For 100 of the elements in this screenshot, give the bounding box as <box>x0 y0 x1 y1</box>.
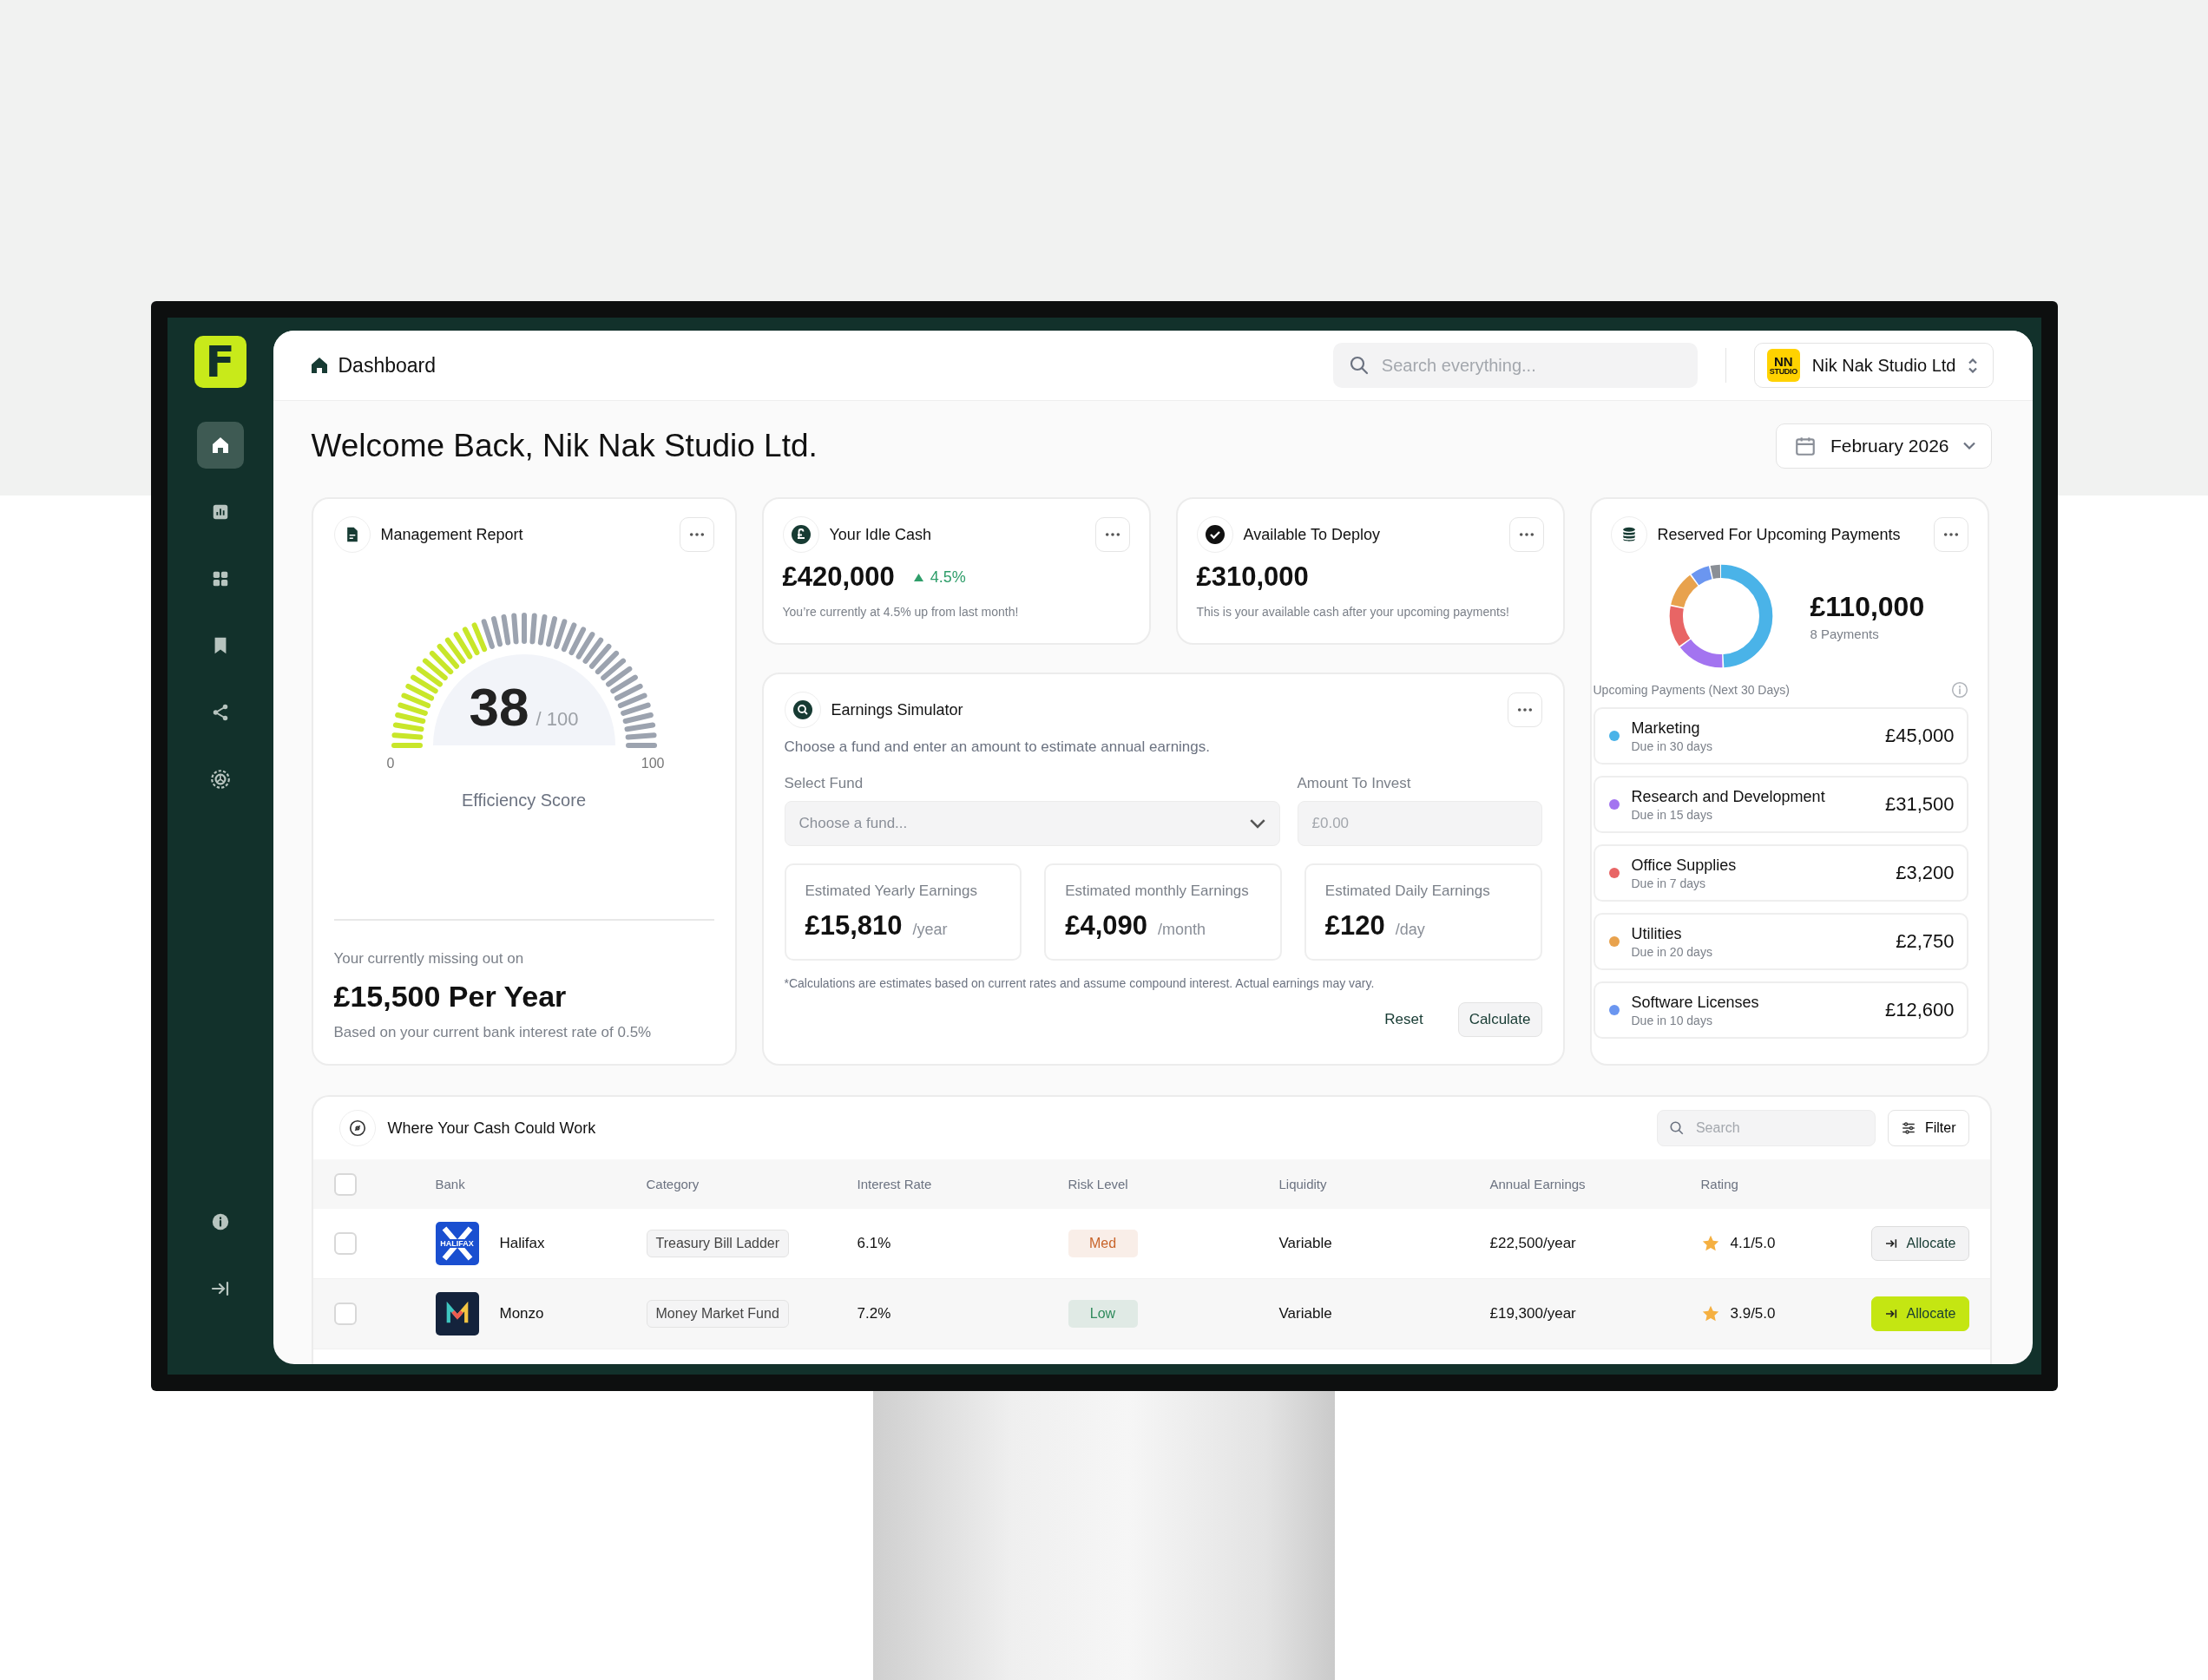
column-header: Interest Rate <box>857 1177 933 1191</box>
payment-item[interactable]: Software Licenses Due in 10 days £12,600 <box>1593 981 1968 1039</box>
column-header: Bank <box>435 1177 466 1191</box>
calculate-button[interactable]: Calculate <box>1457 1002 1542 1037</box>
more-icon <box>1518 532 1534 537</box>
bank-name: Halifax <box>499 1235 545 1252</box>
welcome-heading: Welcome Back, Nik Nak Studio Ltd. <box>311 427 818 464</box>
footnote: *Calculations are estimates based on current rates and assume compound interest. Actual earnings may vary. <box>784 976 1376 990</box>
card-note: You’re currently at 4.5% up from last month! <box>782 605 1020 619</box>
payment-due: Due in 15 days <box>1631 807 1713 822</box>
table-cell-text: £19,300/year <box>1489 1305 1577 1322</box>
chevron-down-icon <box>1962 442 1975 450</box>
company-selector[interactable]: NN STUDIO Nik Nak Studio Ltd <box>1753 343 1994 388</box>
estimate-label: Estimated monthly Earnings <box>1065 883 1250 900</box>
more-icon <box>1516 707 1533 712</box>
reset-button[interactable]: Reset <box>1374 1002 1434 1037</box>
gauge-caption: Efficiency Score <box>461 791 587 810</box>
simulator-description: Choose a fund and enter an amount to estimate annual earnings. <box>784 738 1211 756</box>
payment-due: Due in 30 days <box>1631 738 1713 753</box>
estimate-value: £120 <box>1324 910 1385 942</box>
payment-count: 8 Payments <box>1810 627 1880 641</box>
payment-item[interactable]: Marketing Due in 30 days £45,000 <box>1593 707 1968 765</box>
payment-amount: £31,500 <box>1884 793 1955 816</box>
home-nav-button[interactable] <box>196 422 244 469</box>
filter-button[interactable]: Filter <box>1887 1110 1969 1146</box>
rating-value: 4.1/5.0 <box>1730 1235 1776 1252</box>
payment-due: Due in 10 days <box>1631 1013 1713 1027</box>
gauge-min-label: 0 <box>386 756 395 771</box>
settings-icon <box>208 768 232 791</box>
card-title: Reserved For Upcoming Payments <box>1657 525 1902 544</box>
info-icon <box>210 1212 230 1231</box>
checkbox[interactable] <box>333 1303 357 1325</box>
table-cell-text: Variable <box>1278 1305 1333 1322</box>
payment-amount: £2,750 <box>1896 930 1955 953</box>
info-icon <box>1950 681 1968 699</box>
payment-name: Office Supplies <box>1631 856 1738 875</box>
payment-item[interactable]: Office Supplies Due in 7 days £3,200 <box>1593 844 1968 902</box>
card-title: Available To Deploy <box>1243 525 1381 544</box>
gauge-max-label: 100 <box>641 756 665 771</box>
estimate-unit: /year <box>912 921 948 939</box>
payment-amount: £45,000 <box>1884 725 1955 747</box>
company-logo: NN STUDIO <box>1766 349 1800 382</box>
idle-cash-value: £420,000 <box>782 561 895 593</box>
star-icon <box>1700 1304 1720 1323</box>
field-label: Amount To Invest <box>1297 775 1412 792</box>
checkbox[interactable] <box>333 1172 357 1196</box>
column-header: Rating <box>1700 1177 1739 1191</box>
column-header: Risk Level <box>1068 1177 1129 1191</box>
search-field[interactable]: Search everything... <box>1332 343 1698 388</box>
payment-amount: £12,600 <box>1884 999 1955 1021</box>
arrow-right-icon <box>1883 1307 1898 1321</box>
month-picker[interactable]: February 2026 <box>1775 423 1992 469</box>
sliders-icon <box>1900 1120 1916 1136</box>
column-header: Category <box>646 1177 700 1191</box>
table-cell-text: Variable <box>1278 1235 1333 1252</box>
missing-value: £15,500 Per Year <box>333 980 568 1014</box>
search-icon <box>1668 1120 1685 1136</box>
estimate-value: £15,810 <box>805 910 903 942</box>
payment-name: Software Licenses <box>1631 993 1760 1012</box>
chevron-down-icon <box>1249 818 1265 829</box>
bank-logo: HALIFAX <box>435 1222 479 1265</box>
risk-tag: Med <box>1068 1230 1138 1257</box>
payment-name: Utilities <box>1631 924 1683 943</box>
column-header: Liquidity <box>1278 1177 1328 1191</box>
score-max: / 100 <box>536 708 579 731</box>
allocate-button[interactable]: Allocate <box>1870 1296 1969 1331</box>
star-icon <box>1700 1234 1720 1253</box>
reserved-total: £110,000 <box>1810 591 1925 623</box>
amount-field[interactable]: £0.00 <box>1297 801 1542 846</box>
payment-item[interactable]: Research and Development Due in 15 days £31,500 <box>1593 776 1968 833</box>
bank-name: Monzo <box>499 1305 544 1322</box>
payment-due: Due in 7 days <box>1631 876 1707 890</box>
column-header: Annual Earnings <box>1489 1177 1587 1191</box>
score-value: 38 <box>469 676 529 738</box>
search-icon <box>1348 355 1370 376</box>
estimate-label: Estimated Daily Earnings <box>1324 883 1491 900</box>
risk-tag: Low <box>1068 1300 1138 1328</box>
payment-name: Research and Development <box>1631 787 1826 806</box>
list-title: Upcoming Payments (Next 30 Days) <box>1593 683 1790 697</box>
table-cell-text: 7.2% <box>857 1305 892 1322</box>
checkbox[interactable] <box>333 1232 357 1255</box>
app-logo[interactable]: F <box>194 336 246 388</box>
payment-amount: £3,200 <box>1896 862 1955 884</box>
arrow-right-icon <box>1883 1237 1898 1250</box>
table-cell-text: 6.1% <box>857 1235 892 1252</box>
card-title: Your Idle Cash <box>829 525 932 544</box>
estimate-label: Estimated Yearly Earnings <box>805 883 978 900</box>
allocate-button[interactable]: Allocate <box>1870 1226 1969 1261</box>
search-field[interactable]: Search <box>1656 1110 1876 1146</box>
category-tag: Money Market Fund <box>646 1300 789 1328</box>
change-value: 4.5% <box>930 568 966 587</box>
rating-value: 3.9/5.0 <box>1730 1305 1776 1322</box>
field-label: Select Fund <box>784 775 864 792</box>
page-title: Dashboard <box>338 353 437 377</box>
payment-item[interactable]: Utilities Due in 20 days £2,750 <box>1593 913 1968 970</box>
bank-logo <box>435 1292 479 1335</box>
table-row[interactable]: Monzo Money Market Fund 7.2% Low Variable £19,300/year 3.9/5.0 Allocate <box>312 1279 1990 1349</box>
interest-note: Based on your current bank interest rate of 0.5% <box>333 1024 653 1041</box>
more-icon <box>1104 532 1120 537</box>
payment-due: Due in 20 days <box>1631 944 1713 959</box>
